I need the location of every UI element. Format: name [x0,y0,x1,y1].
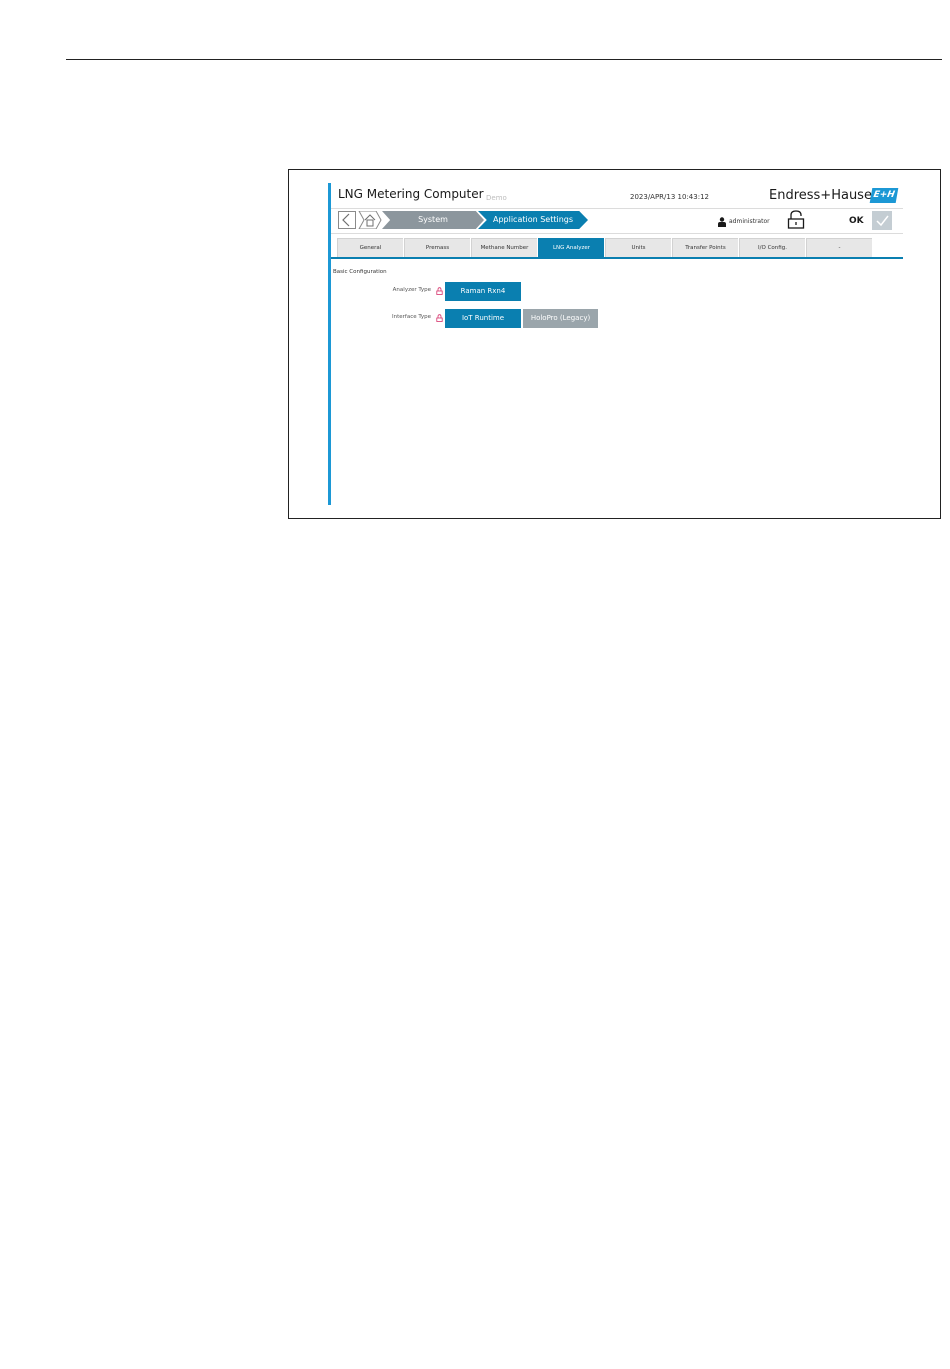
section-title: Basic Configuration [333,269,387,275]
home-button[interactable] [358,211,382,229]
brand-name: Endress+Hauser [769,188,878,203]
tab-lng-analyzer[interactable]: LNG Analyzer [538,238,604,257]
interface-type-label: Interface Type [391,314,431,320]
brand-logo: E+H [869,188,899,203]
locked-padlock-icon [436,287,443,295]
locked-padlock-icon [436,314,443,322]
tab-methane-number[interactable]: Methane Number [471,238,537,257]
screenshot-frame: LNG Metering Computer Demo 2023/APR/13 1… [288,169,941,519]
datetime: 2023/APR/13 10:43:12 [630,193,709,201]
tab-bar: General Premass Methane Number LNG Analy… [337,238,872,257]
confirm-button[interactable] [872,211,892,230]
analyzer-type-raman-rxn4-option[interactable]: Raman Rxn4 [445,282,521,301]
interface-type-iot-runtime-option[interactable]: IoT Runtime [445,309,521,328]
page-rule [66,59,942,60]
tab-general[interactable]: General [337,238,403,257]
breadcrumb-system[interactable]: System [382,211,484,229]
tab-underline [331,257,903,259]
ok-label: OK [849,216,864,226]
check-icon [876,215,889,227]
username: administrator [729,218,770,225]
header-divider [331,208,903,209]
app-window: LNG Metering Computer Demo 2023/APR/13 1… [328,183,903,505]
tab-premass[interactable]: Premass [404,238,470,257]
breadcrumb-application-settings[interactable]: Application Settings [478,211,588,229]
chevron-left-icon [342,213,350,227]
analyzer-type-label: Analyzer Type [392,287,431,293]
interface-type-holopro-legacy-option[interactable]: HoloPro (Legacy) [523,309,598,328]
accent-bar [328,183,331,505]
demo-tag: Demo [486,194,507,202]
unlocked-padlock-icon[interactable] [787,210,805,229]
back-button[interactable] [338,211,356,229]
app-title: LNG Metering Computer [338,187,484,201]
home-icon [358,211,382,229]
nav-divider [331,233,903,234]
user-icon [718,217,726,227]
tab-transfer-points[interactable]: Transfer Points [672,238,738,257]
tab-io-config[interactable]: I/O Config. [739,238,805,257]
tab-more[interactable]: - [806,238,872,257]
tab-units[interactable]: Units [605,238,671,257]
